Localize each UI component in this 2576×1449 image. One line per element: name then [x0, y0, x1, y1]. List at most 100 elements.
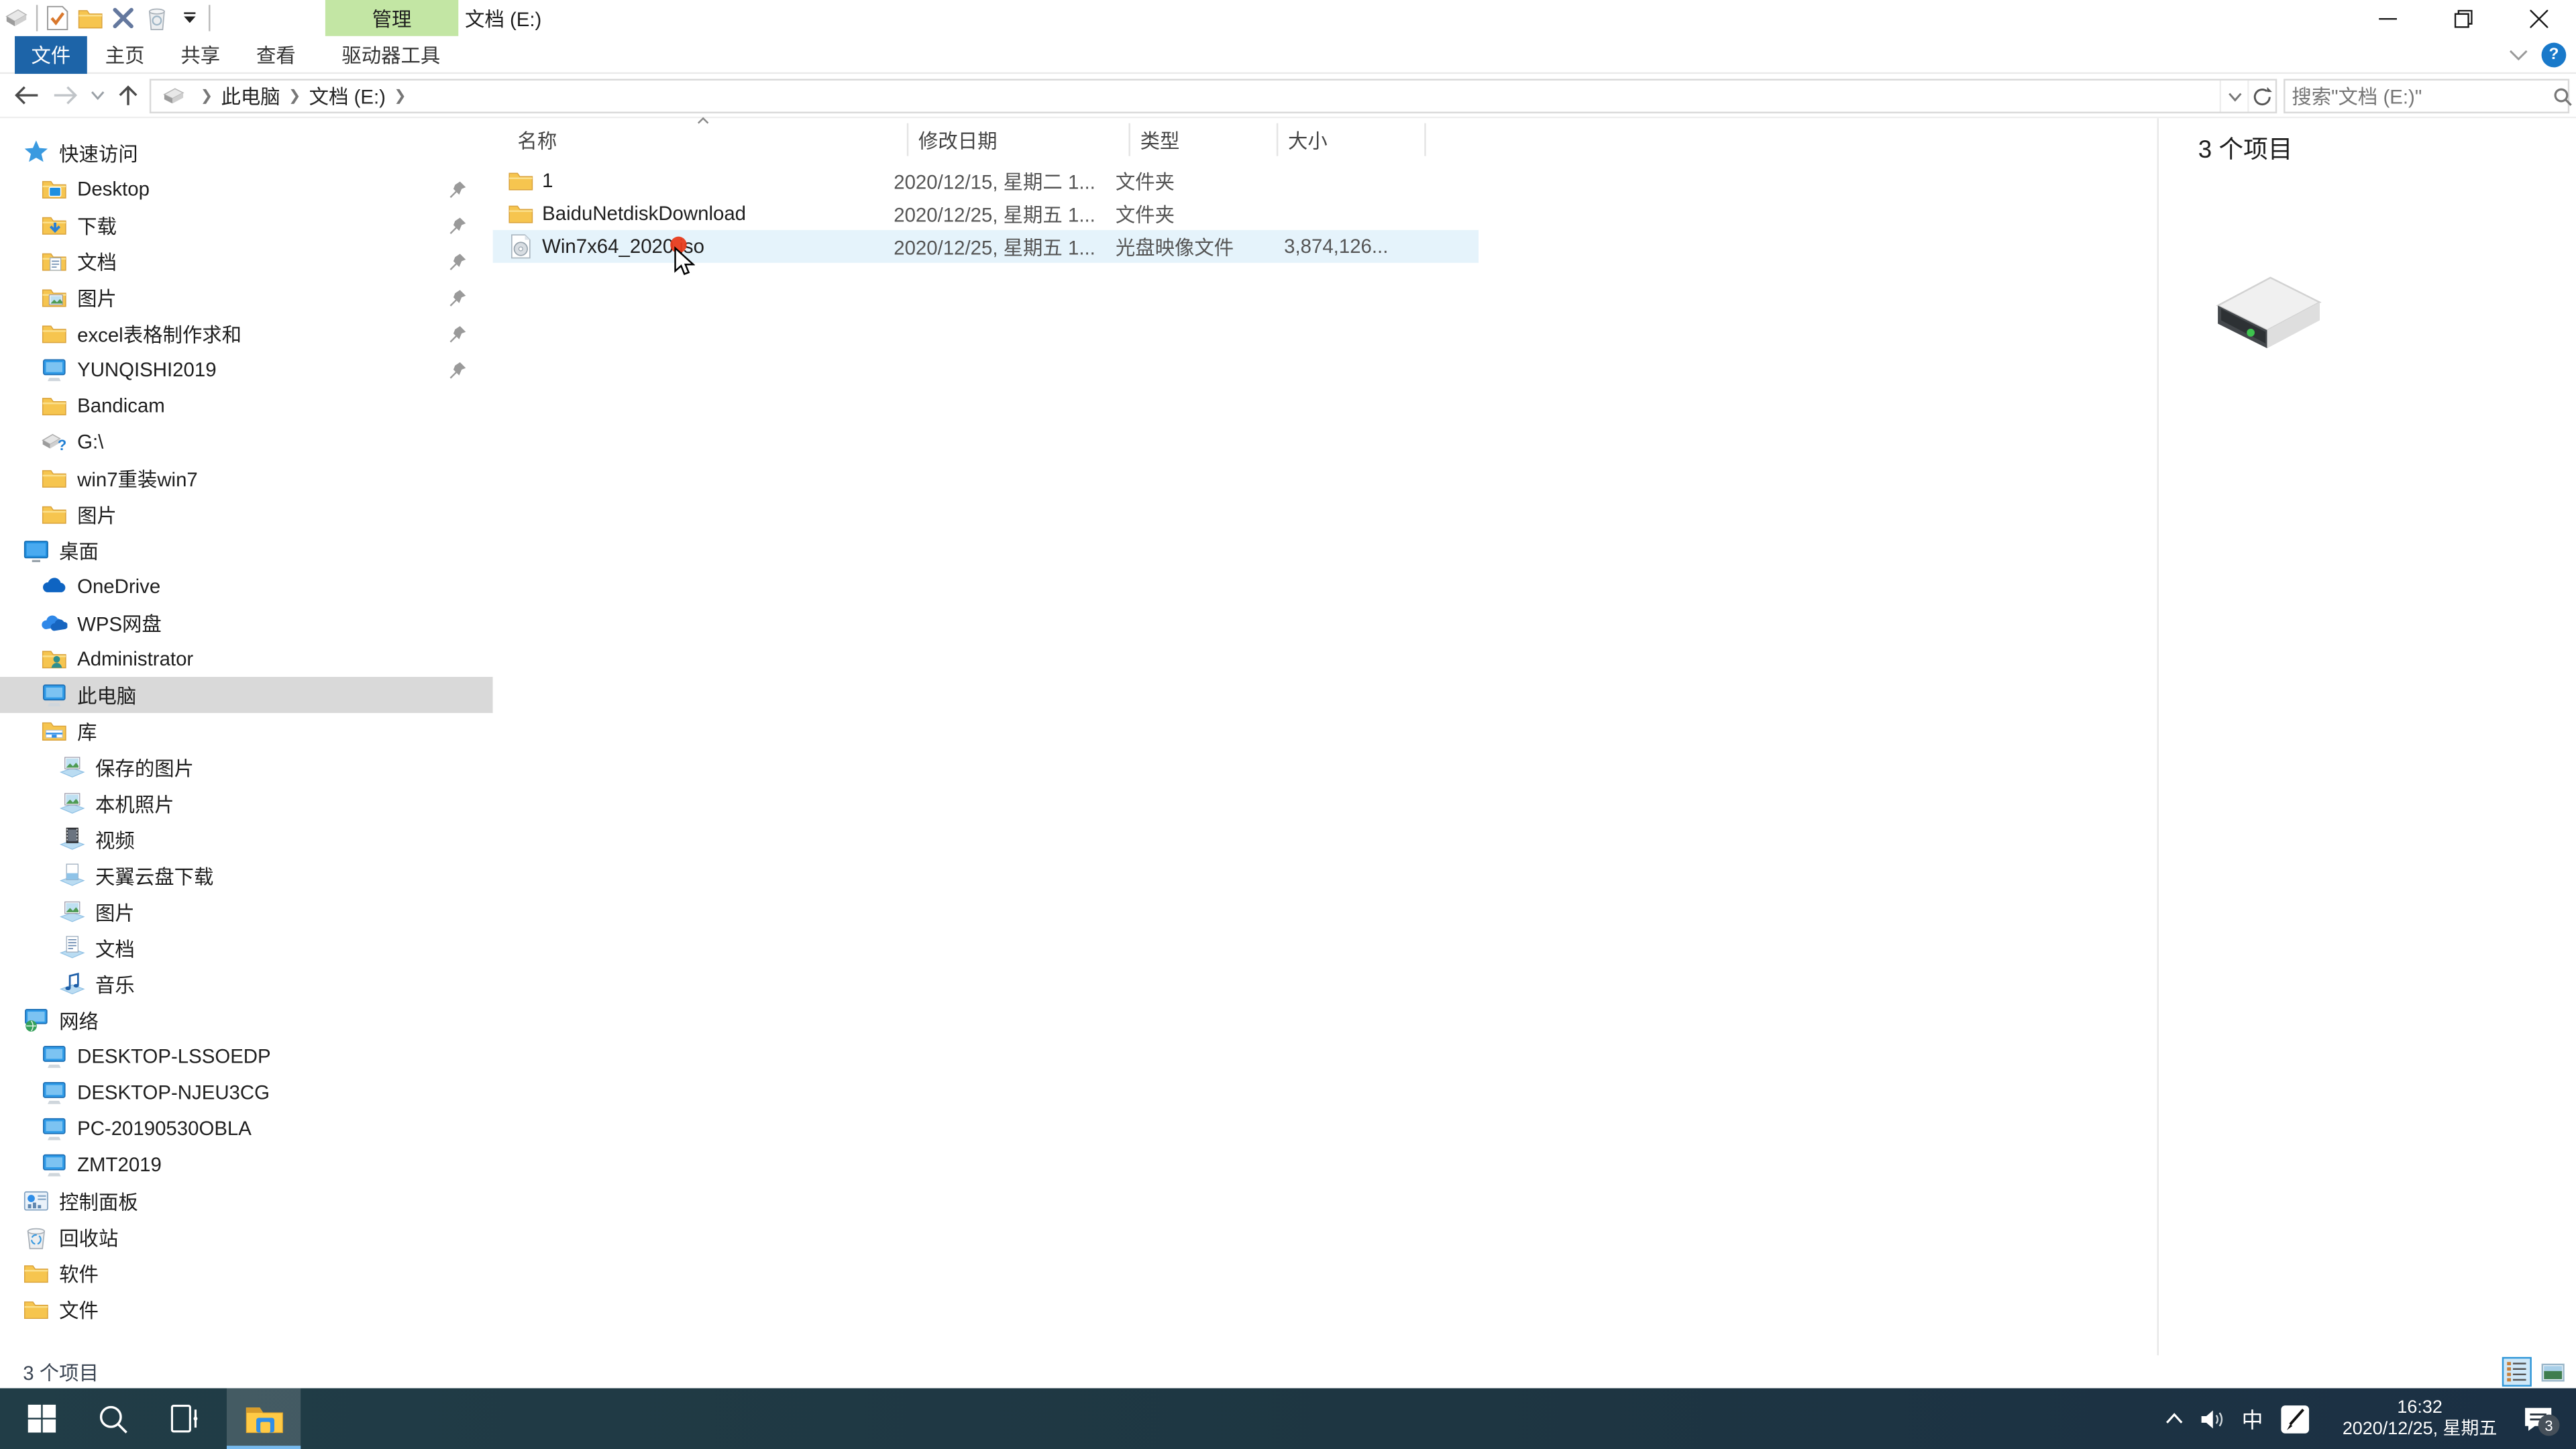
sidebar-item[interactable]: 控制面板 [0, 1183, 493, 1219]
file-date-cell: 2020/12/25, 星期五 1... [894, 235, 1095, 259]
recent-locations-chevron-icon[interactable] [85, 76, 108, 115]
forward-button[interactable] [46, 76, 86, 115]
file-name-cell[interactable]: BaiduNetdiskDownload [493, 197, 884, 230]
search-input[interactable] [2285, 85, 2553, 108]
sidebar-item[interactable]: 软件 [0, 1255, 493, 1291]
qat-customize-chevron-icon[interactable] [172, 0, 205, 36]
sidebar-item[interactable]: ZMT2019 [0, 1146, 493, 1183]
column-header-name[interactable]: 名称 [493, 123, 909, 156]
file-row[interactable]: Win7x64_2020.iso 2020/12/25, 星期五 1... 光盘映像… [492, 229, 1479, 263]
sidebar-item[interactable]: 图片 [0, 279, 493, 315]
disc-image-icon [508, 233, 534, 260]
minimize-button[interactable] [2349, 0, 2425, 36]
preview-items-count: 3 个项目 [2198, 136, 2293, 164]
column-header-date[interactable]: 修改日期 [908, 123, 1130, 156]
sidebar-item[interactable]: 图片 [0, 894, 493, 930]
sidebar-item[interactable]: excel表格制作求和 [0, 315, 493, 352]
qat-properties-icon[interactable] [41, 0, 74, 36]
sidebar-item[interactable]: YUNQISHI2019 [0, 352, 493, 388]
restore-button[interactable] [2425, 0, 2501, 36]
thumbnail-view-button[interactable] [2538, 1357, 2568, 1387]
column-header-size[interactable]: 大小 [1278, 123, 1426, 156]
ribbon-tab-row: 文件 主页 共享 查看 驱动器工具 ? [0, 36, 2576, 74]
sidebar-item[interactable]: 文件 [0, 1291, 493, 1328]
sidebar-item[interactable]: 文档 [0, 930, 493, 966]
tray-chevron-up-icon[interactable] [2157, 1388, 2190, 1449]
sidebar-item[interactable]: WPS网盘 [0, 604, 493, 641]
address-dropdown-chevron-icon[interactable] [2219, 80, 2248, 112]
notification-center-icon[interactable]: 3 [2514, 1388, 2563, 1449]
sidebar-item[interactable]: OneDrive [0, 568, 493, 604]
pin-icon [443, 356, 470, 382]
file-name-cell[interactable]: 1 [493, 164, 884, 197]
notification-badge: 3 [2538, 1414, 2560, 1436]
tab-drive-tools[interactable]: 驱动器工具 [335, 36, 447, 74]
toolbar-separator [209, 5, 211, 32]
library-music-icon [59, 971, 85, 997]
tab-home[interactable]: 主页 [95, 36, 154, 74]
folder-icon [41, 465, 67, 491]
recycle-bin-icon [23, 1224, 49, 1250]
sidebar-item[interactable]: DESKTOP-NJEU3CG [0, 1075, 493, 1111]
address-bar[interactable]: ❯ 此电脑 ❯ 文档 (E:) ❯ [149, 78, 2277, 113]
task-view-icon[interactable] [158, 1388, 213, 1449]
file-type-cell: 文件夹 [1115, 203, 1175, 226]
sidebar-item[interactable]: 音乐 [0, 966, 493, 1002]
volume-icon[interactable] [2195, 1388, 2231, 1449]
ime-language-indicator[interactable]: 中 [2235, 1388, 2271, 1449]
sidebar-item[interactable]: Administrator [0, 641, 493, 677]
sidebar-item[interactable]: 文档 [0, 243, 493, 279]
tab-file[interactable]: 文件 [15, 36, 87, 74]
sidebar-item-label: win7重装win7 [77, 467, 198, 491]
ime-pen-icon[interactable] [2275, 1388, 2315, 1449]
qat-delete-icon[interactable] [107, 0, 140, 36]
sidebar-item[interactable]: win7重装win7 [0, 460, 493, 496]
qat-recycle-bin-icon[interactable] [140, 0, 172, 36]
close-button[interactable] [2500, 0, 2576, 36]
sidebar-item[interactable]: 桌面 [0, 532, 493, 568]
file-row[interactable]: BaiduNetdiskDownload 2020/12/25, 星期五 1...… [493, 197, 1479, 230]
folder-icon [41, 392, 67, 419]
library-pictures-icon [59, 754, 85, 780]
sidebar-item[interactable]: 保存的图片 [0, 749, 493, 786]
ribbon-collapse-chevron-icon[interactable] [2509, 49, 2528, 61]
sidebar-item[interactable]: 网络 [0, 1002, 493, 1038]
taskbar-file-explorer-button[interactable] [226, 1388, 301, 1449]
up-button[interactable] [109, 76, 148, 115]
control-panel-icon [23, 1188, 49, 1214]
taskbar-search-icon[interactable] [85, 1388, 141, 1449]
sidebar-item[interactable]: 回收站 [0, 1219, 493, 1255]
start-button[interactable] [13, 1388, 69, 1449]
column-header-type[interactable]: 类型 [1130, 123, 1279, 156]
back-button[interactable] [7, 76, 46, 115]
qat-new-folder-icon[interactable] [74, 0, 107, 36]
help-icon[interactable]: ? [2541, 42, 2567, 68]
sidebar-item[interactable]: 下载 [0, 207, 493, 244]
sidebar-item[interactable]: 库 [0, 713, 493, 749]
taskbar-clock[interactable]: 16:32 2020/12/25, 星期五 [2343, 1388, 2498, 1449]
sidebar-item[interactable]: 本机照片 [0, 786, 493, 822]
sidebar-item-label: Administrator [77, 647, 194, 671]
breadcrumb-current-drive[interactable]: 文档 (E:) [309, 82, 386, 110]
file-row[interactable]: 1 2020/12/15, 星期二 1... 文件夹 [493, 164, 1479, 197]
folder-desktop-icon [41, 176, 67, 202]
contextual-tab-header-manage[interactable]: 管理 [325, 0, 459, 36]
breadcrumb-this-pc[interactable]: 此电脑 [221, 82, 280, 110]
tab-view[interactable]: 查看 [246, 36, 305, 74]
sidebar-item[interactable]: ? G:\ [0, 424, 493, 460]
search-box[interactable] [2284, 78, 2572, 113]
sidebar-item[interactable]: Bandicam [0, 388, 493, 424]
refresh-icon[interactable] [2247, 80, 2275, 112]
details-view-button[interactable] [2502, 1356, 2532, 1387]
search-icon[interactable] [2553, 87, 2573, 106]
sidebar-item[interactable]: DESKTOP-LSSOEDP [0, 1038, 493, 1075]
sidebar-item[interactable]: Desktop [0, 171, 493, 207]
tab-share[interactable]: 共享 [171, 36, 230, 74]
sidebar-item[interactable]: 快速访问 [0, 135, 493, 171]
sidebar-item[interactable]: PC-20190530OBLA [0, 1111, 493, 1147]
sidebar-item[interactable]: 图片 [0, 496, 493, 533]
sidebar-item[interactable]: 此电脑 [0, 676, 493, 713]
sidebar-item[interactable]: 天翼云盘下载 [0, 857, 493, 894]
sidebar-item-label: 软件 [59, 1263, 99, 1286]
sidebar-item[interactable]: 视频 [0, 821, 493, 857]
